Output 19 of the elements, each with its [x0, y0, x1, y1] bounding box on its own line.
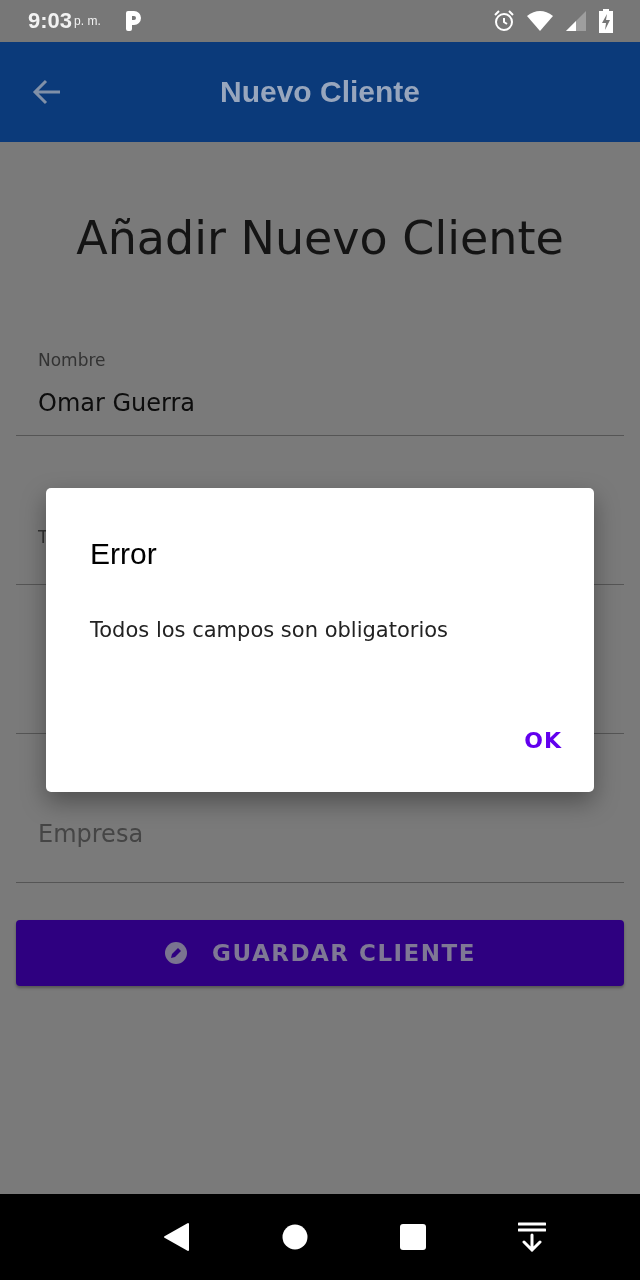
page-heading: Añadir Nuevo Cliente: [75, 210, 565, 266]
home-icon[interactable]: [282, 1224, 308, 1250]
field-value: Omar Guerra: [38, 389, 197, 417]
field-label: Nombre: [38, 349, 107, 371]
back-arrow-icon[interactable]: [32, 79, 62, 105]
keyboard-hide-icon[interactable]: [518, 1222, 546, 1252]
alarm-clock-icon: [492, 9, 516, 33]
save-button[interactable]: GUARDAR CLIENTE: [16, 920, 624, 986]
signal-icon: [564, 9, 588, 33]
text-field[interactable]: Nombre Omar Guerra: [16, 286, 624, 436]
back-icon[interactable]: [162, 1222, 190, 1252]
clock-time: 9:03: [28, 8, 73, 34]
clock-period: p. m.: [74, 14, 101, 28]
dialog-title: Error: [90, 536, 157, 572]
app-bar-title: Nuevo Cliente: [218, 75, 421, 109]
edit-icon: [164, 941, 189, 965]
wifi-icon: [526, 10, 554, 32]
battery-charging-icon: [598, 8, 614, 34]
dialog-message: Todos los campos son obligatorios: [90, 617, 449, 644]
